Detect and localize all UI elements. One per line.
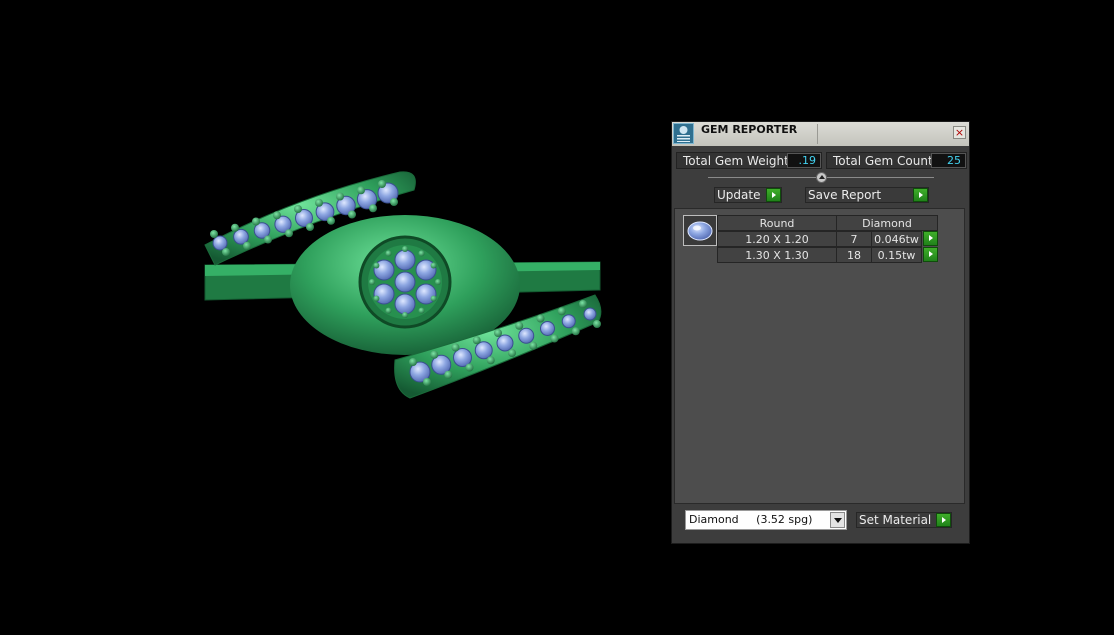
green-arrow-icon xyxy=(936,513,951,527)
lower-band-bead-7 xyxy=(472,336,481,345)
lower-band-bead-14 xyxy=(550,334,559,343)
center-bead-2 xyxy=(430,295,437,302)
upper-band-bead-18 xyxy=(390,198,398,206)
lower-band-bead-9 xyxy=(494,329,502,337)
ring-render xyxy=(204,171,602,399)
lower-band-bead-6 xyxy=(465,363,474,372)
row-2-count: 18 xyxy=(836,247,872,263)
upper-band-bead-6 xyxy=(264,235,272,244)
lower-band-gem-8 xyxy=(561,314,576,329)
upper-band-bead-5 xyxy=(252,217,260,226)
lower-band-bead-18 xyxy=(593,320,601,328)
upper-band-bead-2 xyxy=(222,248,230,256)
lower-band-bead-1 xyxy=(409,358,417,366)
row-1-weight: 0.046tw xyxy=(871,231,922,247)
save-report-button[interactable]: Save Report xyxy=(805,187,929,203)
lower-band-gem-7 xyxy=(540,321,555,336)
upper-band-bead-4 xyxy=(243,241,251,250)
center-bead-8 xyxy=(373,262,380,269)
center-bead-3 xyxy=(418,307,425,314)
lower-band-bead-10 xyxy=(508,349,516,357)
center-bead-4 xyxy=(402,312,408,318)
panel-title: GEM REPORTER xyxy=(701,123,798,136)
lower-band-bead-13 xyxy=(536,314,545,323)
material-dropdown-value: Diamond (3.52 spg) xyxy=(689,513,813,526)
save-report-button-label: Save Report xyxy=(808,188,882,202)
upper-band-bead-9 xyxy=(294,205,302,213)
row-2-weight: 0.15tw xyxy=(871,247,922,263)
upper-band-bead-15 xyxy=(357,186,365,195)
total-gem-count-value: 25 xyxy=(931,153,966,168)
upper-band-bead-16 xyxy=(369,204,377,213)
row-2-action-button[interactable] xyxy=(923,247,938,262)
center-bead-12 xyxy=(430,262,437,269)
round-gem-icon[interactable] xyxy=(683,215,717,246)
upper-band-bead-1 xyxy=(210,230,218,238)
center-gem-5 xyxy=(394,293,416,315)
total-gem-weight-value: .19 xyxy=(787,153,821,168)
lower-band-bead-17 xyxy=(579,300,587,308)
center-gem-2 xyxy=(394,249,416,271)
gem-results-list: Round Diamond 1.20 X 1.20 7 0.046tw 1.30… xyxy=(674,208,965,504)
center-bead-10 xyxy=(402,246,408,252)
material-header: Diamond xyxy=(836,215,938,231)
row-1-count: 7 xyxy=(836,231,872,247)
lower-band-bead-3 xyxy=(430,350,439,359)
center-gem-1 xyxy=(394,271,416,293)
chevron-down-icon[interactable] xyxy=(830,512,845,528)
upper-band-bead-17 xyxy=(378,180,386,188)
lower-band-gem-9 xyxy=(583,307,597,321)
collapse-arrow-icon[interactable] xyxy=(816,172,827,183)
shape-header: Round xyxy=(717,215,837,231)
lower-band-bead-2 xyxy=(423,378,431,386)
lower-band-bead-8 xyxy=(486,356,495,365)
close-icon[interactable]: × xyxy=(953,126,966,139)
gem-reporter-icon xyxy=(673,123,694,144)
upper-band-gem-1 xyxy=(212,235,228,251)
green-arrow-icon xyxy=(913,188,928,202)
ring-model xyxy=(204,171,602,399)
lower-band-bead-11 xyxy=(515,321,524,330)
upper-band-bead-11 xyxy=(315,198,323,207)
lower-band-gem-5 xyxy=(496,334,514,352)
green-arrow-icon xyxy=(766,188,781,202)
update-button[interactable]: Update xyxy=(714,187,782,203)
lower-band-bead-16 xyxy=(571,327,580,336)
gem-reporter-panel: GEM REPORTER × Total Gem Weight .19 Tota… xyxy=(671,121,970,544)
center-bead-5 xyxy=(385,307,392,314)
set-material-button[interactable]: Set Material xyxy=(856,512,952,528)
center-bead-1 xyxy=(435,279,441,285)
upper-band-bead-10 xyxy=(306,223,314,231)
center-bead-11 xyxy=(418,250,425,257)
lower-band-gem-4 xyxy=(474,341,493,360)
row-2-size: 1.30 X 1.30 xyxy=(717,247,837,263)
lower-band-bead-15 xyxy=(557,307,566,316)
center-bead-7 xyxy=(369,279,375,285)
3d-viewport[interactable] xyxy=(0,0,660,635)
lower-band-bead-5 xyxy=(451,343,460,352)
upper-band-bead-8 xyxy=(285,229,293,238)
upper-band-bead-13 xyxy=(336,192,344,201)
lower-band-gem-6 xyxy=(518,327,535,344)
upper-band-bead-14 xyxy=(348,210,356,219)
set-material-button-label: Set Material xyxy=(859,513,932,527)
upper-band-bead-12 xyxy=(327,216,335,225)
center-bead-6 xyxy=(373,295,380,302)
lower-band-bead-12 xyxy=(529,341,538,350)
center-bead-9 xyxy=(385,250,392,257)
material-dropdown[interactable]: Diamond (3.52 spg) xyxy=(685,510,847,530)
titlebar-divider xyxy=(817,124,818,144)
row-1-size: 1.20 X 1.20 xyxy=(717,231,837,247)
lower-band-bead-4 xyxy=(444,370,453,379)
panel-titlebar[interactable]: GEM REPORTER × xyxy=(672,122,969,146)
upper-band-bead-7 xyxy=(273,211,281,220)
upper-band-bead-3 xyxy=(231,223,239,232)
update-button-label: Update xyxy=(717,188,761,202)
row-1-action-button[interactable] xyxy=(923,231,938,246)
